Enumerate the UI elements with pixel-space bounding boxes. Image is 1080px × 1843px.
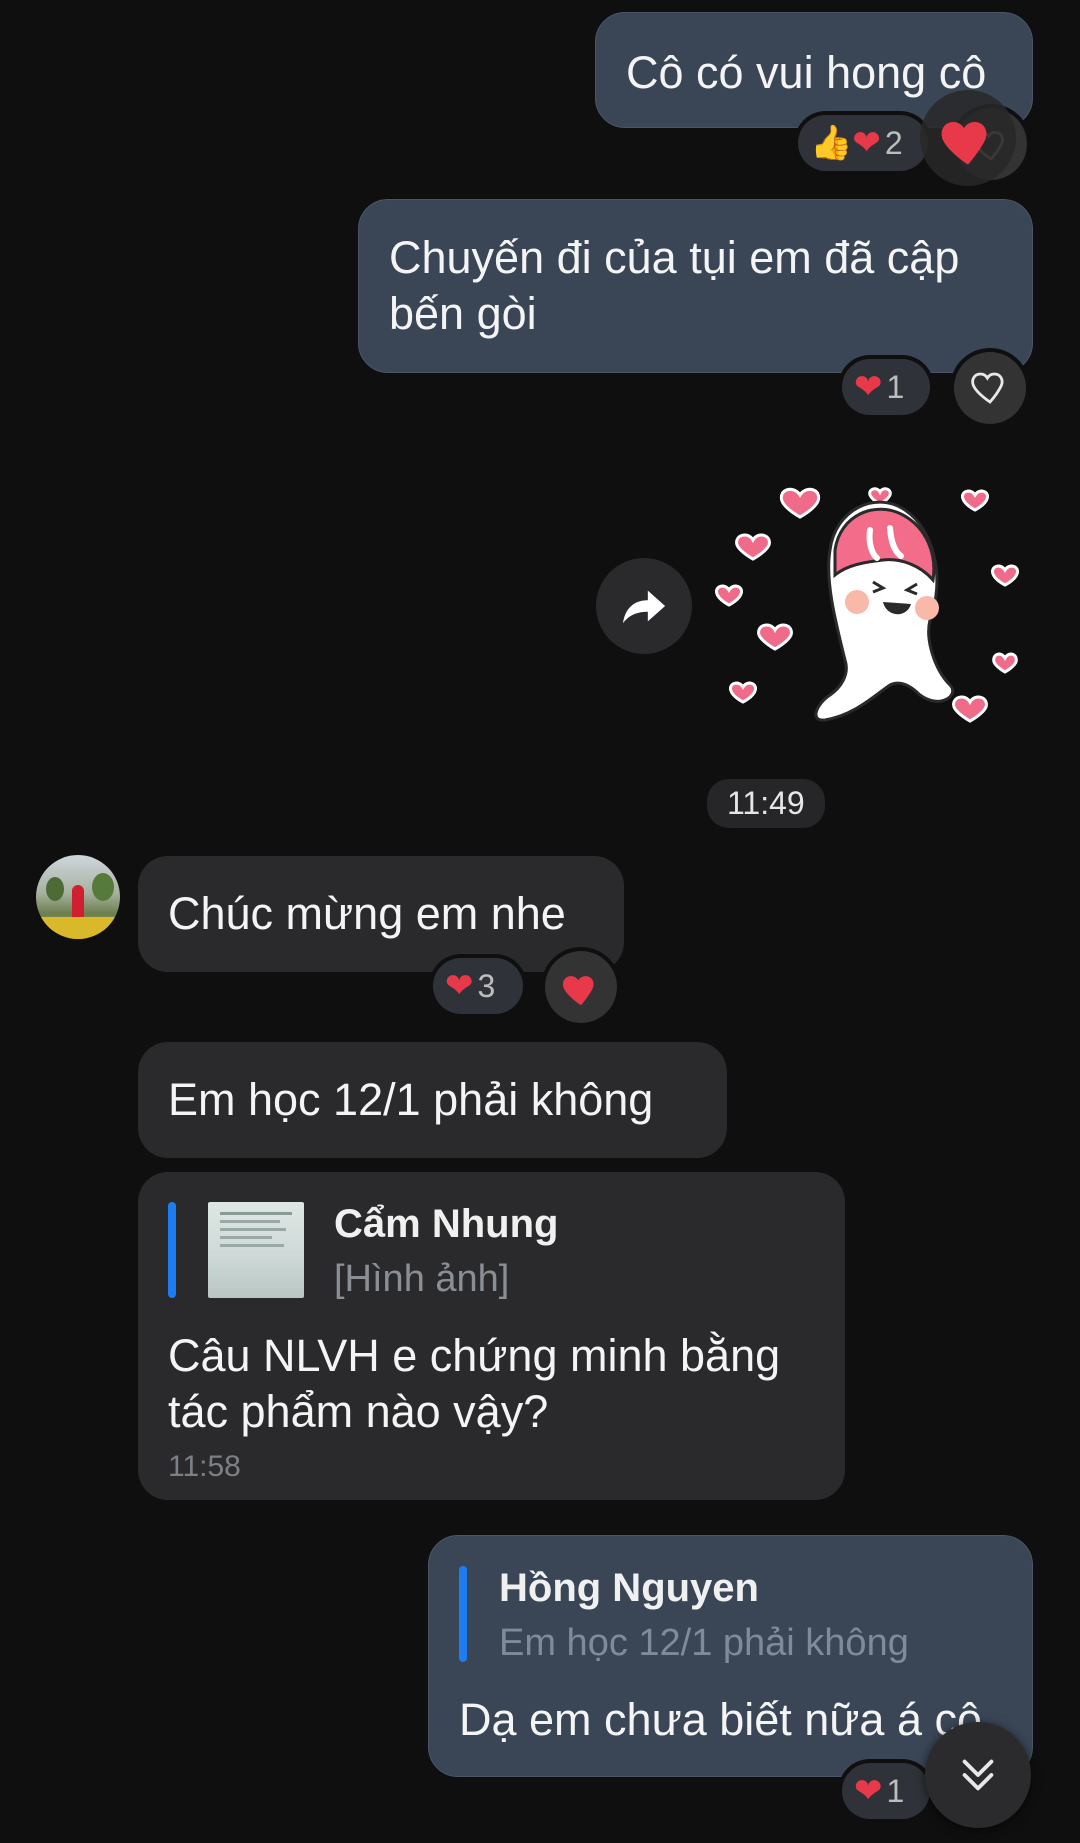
scroll-to-bottom-button[interactable] — [925, 1722, 1031, 1828]
reaction-count: 3 — [477, 967, 496, 1004]
incoming-message-3[interactable]: Cẩm Nhung [Hình ảnh] Câu NLVH e chứng mi… — [138, 1172, 845, 1500]
quote-bar — [459, 1566, 467, 1662]
message-text: Câu NLVH e chứng minh bằng tác phẩm nào … — [168, 1330, 781, 1437]
heart-icon — [562, 976, 594, 1006]
quote-author: Hồng Nguyen — [499, 1566, 759, 1610]
quote-thumbnail[interactable] — [208, 1202, 304, 1298]
reaction-count: 1 — [886, 368, 905, 405]
share-arrow-icon — [622, 590, 666, 624]
message-text: Dạ em chưa biết nữa á cô — [459, 1694, 983, 1745]
thumbs-up-icon: 👍 — [810, 124, 853, 162]
outgoing-message-2[interactable]: Chuyến đi của tụi em đã cập bến gòi — [358, 199, 1033, 373]
reaction-summary-1[interactable]: 👍 ❤ 2 — [798, 115, 928, 171]
share-button[interactable] — [596, 558, 692, 654]
heart-reaction-burst-icon — [920, 90, 1016, 186]
heart-icon: ❤ — [852, 124, 881, 162]
reaction-count: 1 — [886, 1772, 905, 1809]
message-text: Chuyến đi của tụi em đã cập bến gòi — [389, 232, 960, 339]
incoming-message-1[interactable]: Chúc mừng em nhe — [138, 856, 624, 972]
react-button-2[interactable] — [954, 352, 1026, 424]
heart-icon: ❤ — [445, 967, 474, 1005]
heart-icon: ❤ — [854, 368, 883, 406]
quote-preview: [Hình ảnh] — [334, 1258, 510, 1300]
message-text: Cô có vui hong cô — [626, 47, 987, 98]
reaction-summary-3[interactable]: ❤ 3 — [433, 958, 523, 1014]
reaction-count: 2 — [884, 124, 903, 161]
quote-bar — [168, 1202, 176, 1298]
timestamp-divider: 11:49 — [707, 779, 825, 828]
message-text: Chúc mừng em nhe — [168, 888, 566, 939]
quote-preview: Em học 12/1 phải không — [499, 1622, 909, 1664]
double-chevron-down-icon — [962, 1759, 994, 1791]
reaction-summary-6[interactable]: ❤ 1 — [842, 1763, 930, 1819]
message-time: 11:58 — [168, 1450, 241, 1483]
incoming-message-2[interactable]: Em học 12/1 phải không — [138, 1042, 727, 1158]
bunny-hearts-sticker[interactable] — [705, 470, 1035, 740]
react-button-3[interactable] — [545, 951, 617, 1023]
quote-author: Cẩm Nhung — [334, 1202, 559, 1246]
avatar[interactable] — [36, 855, 120, 939]
heart-outline-icon — [971, 372, 1004, 404]
message-text: Em học 12/1 phải không — [168, 1074, 654, 1125]
heart-icon: ❤ — [854, 1772, 883, 1810]
reaction-summary-2[interactable]: ❤ 1 — [842, 359, 930, 415]
